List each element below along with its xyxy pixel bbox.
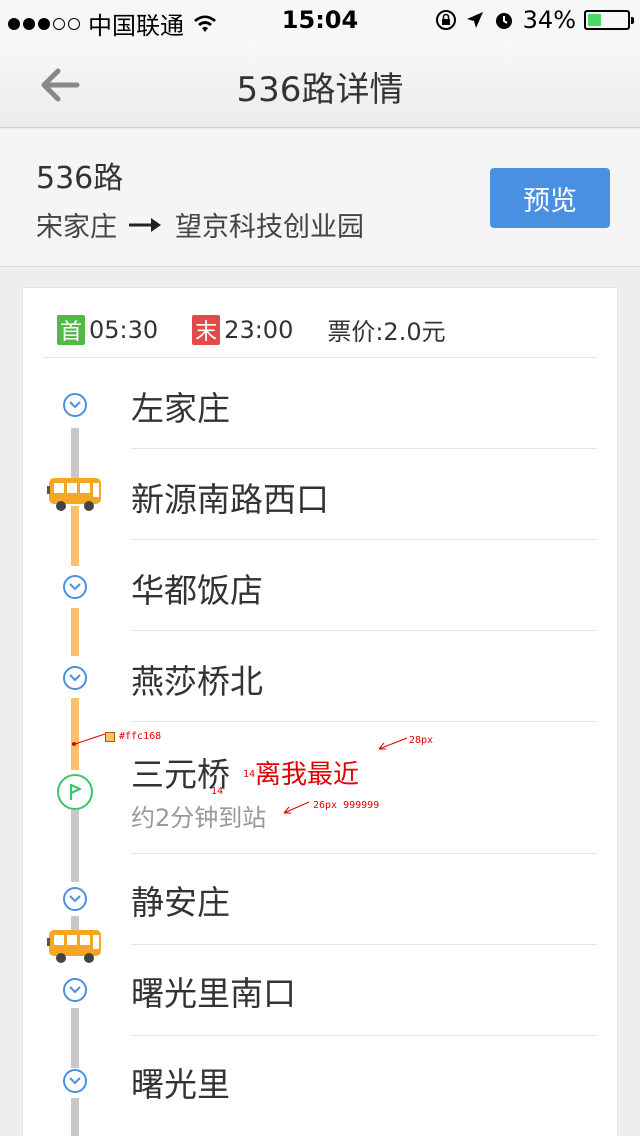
divider [43, 357, 597, 358]
annotation-arrow [283, 801, 310, 814]
route-line-segment [71, 1008, 79, 1068]
status-bar: 中国联通 15:04 34% [0, 0, 640, 40]
divider [131, 853, 597, 854]
chevron-down-icon [63, 666, 87, 690]
status-right: 34% [435, 6, 634, 34]
route-line-segment [71, 506, 79, 566]
station-list-card: 首 05:30 末 23:00 票价:2.0元 左家庄 新源南路西口 华都饭店 … [22, 287, 618, 1136]
route-to: 望京科技创业园 [175, 212, 364, 243]
divider [131, 539, 597, 540]
divider [131, 630, 597, 631]
station-list: 左家庄 新源南路西口 华都饭店 燕莎桥北 三元桥 离我最近 约2分钟到站 静安庄… [23, 288, 619, 1136]
chevron-down-icon [63, 575, 87, 599]
route-from: 宋家庄 [36, 212, 117, 243]
annotation-color: #ffc168 [119, 731, 162, 742]
annotation-size: 28px [409, 735, 434, 746]
station-item[interactable]: 华都饭店 [131, 564, 263, 612]
annotation-gap: 14 [211, 786, 224, 797]
station-item[interactable]: 静安庄 [131, 876, 230, 924]
station-item[interactable]: 燕莎桥北 [131, 655, 263, 703]
station-item[interactable]: 曙光里 [131, 1058, 230, 1106]
route-line-segment [71, 810, 79, 882]
annotation-arrow [72, 733, 106, 746]
route-direction: 宋家庄 望京科技创业园 [36, 205, 364, 244]
bus-icon [47, 928, 103, 964]
chevron-down-icon [63, 1069, 87, 1093]
route-line-segment [71, 1098, 79, 1136]
battery-icon [584, 10, 634, 30]
station-item[interactable]: 曙光里南口 [131, 967, 296, 1015]
bus-icon [47, 476, 103, 512]
location-arrow-icon [466, 12, 483, 28]
divider [131, 721, 597, 722]
divider [131, 448, 597, 449]
station-item[interactable]: 新源南路西口 [131, 473, 329, 521]
eta-label: 约2分钟到站 [131, 804, 267, 832]
divider [131, 944, 597, 945]
annotation-eta-style: 26px 999999 [313, 800, 380, 811]
page-title: 536路详情 [236, 70, 404, 110]
annotation-arrow [378, 737, 408, 750]
flag-icon [57, 774, 93, 810]
divider [131, 1035, 597, 1036]
battery-percent: 34% [522, 6, 576, 34]
route-name: 536路 [36, 161, 124, 196]
route-line-segment [71, 608, 79, 656]
rotation-lock-icon [435, 10, 456, 30]
annotation-gap: 14 [243, 769, 256, 780]
chevron-down-icon [63, 887, 87, 911]
preview-button[interactable]: 预览 [490, 168, 610, 228]
alarm-icon [495, 13, 512, 29]
nearest-badge: 离我最近 [255, 760, 360, 790]
navigation-bar: 536路详情 [0, 40, 640, 128]
chevron-down-icon [63, 978, 87, 1002]
route-line-segment [71, 428, 79, 483]
station-item[interactable]: 左家庄 [131, 382, 230, 430]
chevron-down-icon [63, 393, 87, 417]
arrow-right-icon [129, 217, 161, 232]
route-header: 536路 宋家庄 望京科技创业园 预览 [0, 129, 640, 267]
